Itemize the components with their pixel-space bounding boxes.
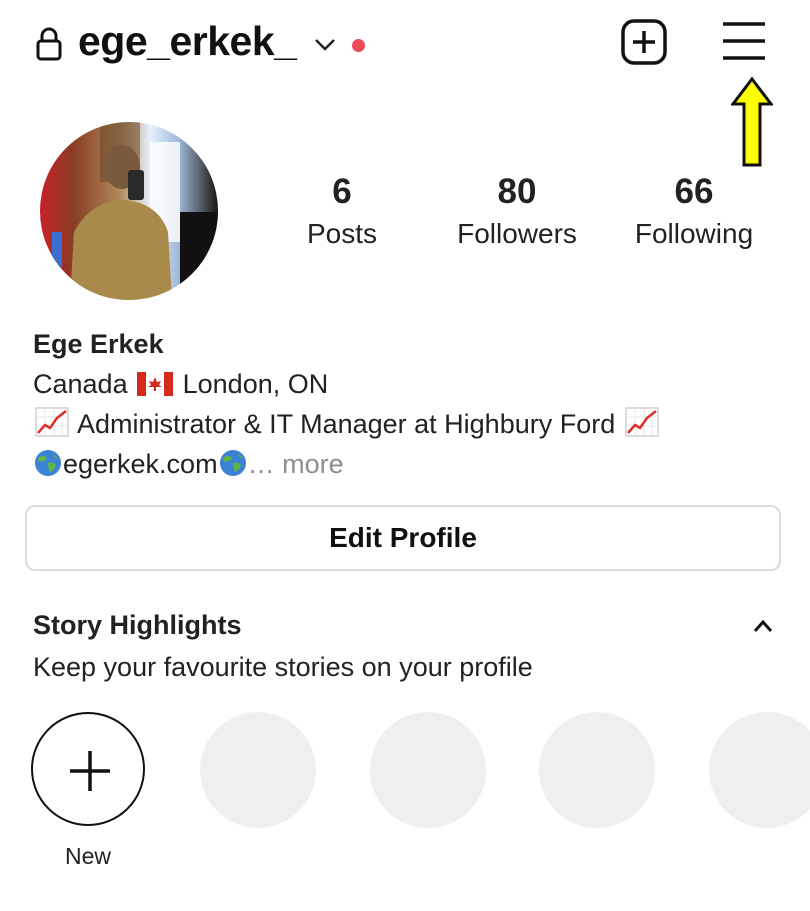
highlight-placeholder xyxy=(200,712,316,828)
canada-flag-icon xyxy=(137,372,174,396)
website-line: egerkek.com … more xyxy=(33,444,793,484)
stat-label: Posts xyxy=(306,218,378,249)
profile-avatar[interactable] xyxy=(40,122,218,300)
story-highlights-title: Story Highlights xyxy=(33,610,242,640)
stat-value: 66 xyxy=(674,172,714,211)
menu-icon[interactable] xyxy=(722,20,766,64)
new-post-icon[interactable] xyxy=(620,18,668,66)
profile-bio: Ege Erkek Canada London, ON Administrato… xyxy=(33,324,793,484)
website-link[interactable]: egerkek.com xyxy=(63,449,218,479)
display-name: Ege Erkek xyxy=(33,329,164,359)
location-city: London, ON xyxy=(182,369,329,399)
stat-label: Followers xyxy=(457,218,577,249)
chart-increasing-icon xyxy=(625,407,659,437)
new-highlight-button[interactable] xyxy=(31,712,145,826)
stat-posts[interactable]: 6 Posts xyxy=(257,170,427,254)
more-link[interactable]: more xyxy=(282,449,344,479)
username-switcher[interactable]: ege_erkek_ xyxy=(78,18,297,65)
chart-increasing-icon xyxy=(35,407,69,437)
globe-icon xyxy=(219,450,246,476)
edit-profile-button[interactable]: Edit Profile xyxy=(25,505,781,571)
globe-icon xyxy=(35,450,61,476)
notification-dot xyxy=(352,39,365,52)
stat-following[interactable]: 66 Following xyxy=(609,170,779,254)
bio-line: Administrator & IT Manager at Highbury F… xyxy=(33,404,793,444)
lock-icon xyxy=(36,27,62,61)
location-line: Canada London, ON xyxy=(33,364,793,404)
chevron-down-icon[interactable] xyxy=(314,38,336,52)
ellipsis: … xyxy=(247,449,275,479)
highlight-arrow xyxy=(731,76,773,167)
new-highlight-label: New xyxy=(64,843,111,869)
stat-value: 6 xyxy=(332,172,352,211)
chevron-up-icon[interactable] xyxy=(752,618,774,634)
top-bar: ege_erkek_ xyxy=(0,0,810,90)
highlight-placeholder xyxy=(709,712,810,828)
plus-icon xyxy=(70,751,110,791)
highlight-placeholder xyxy=(539,712,655,828)
location-country: Canada xyxy=(33,369,128,399)
highlight-placeholder xyxy=(370,712,486,828)
stat-followers[interactable]: 80 Followers xyxy=(432,170,602,254)
stat-label: Following xyxy=(634,218,754,249)
stat-value: 80 xyxy=(497,172,537,211)
story-highlights-subtitle: Keep your favourite stories on your prof… xyxy=(33,652,533,682)
bio-text: Administrator & IT Manager at Highbury F… xyxy=(77,409,616,439)
